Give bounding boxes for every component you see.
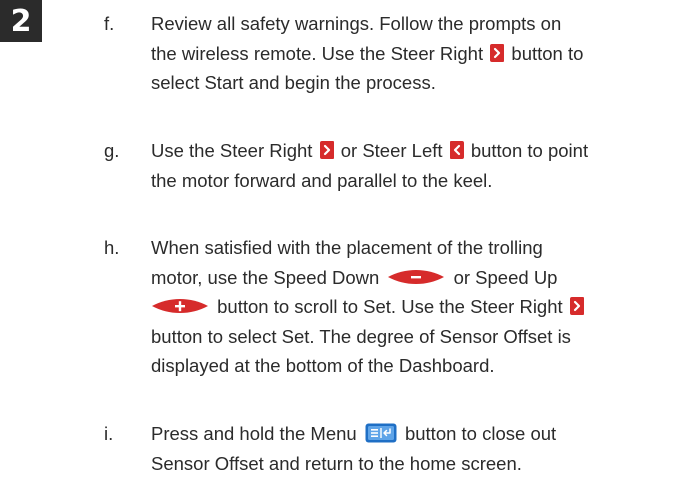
steer-left-icon [449,141,464,159]
item-text: Review all safety warnings. Follow the p… [151,13,584,93]
item-text: When satisfied with the placement of the… [151,233,691,381]
steer-right-icon [319,141,334,159]
speed-up-icon [152,299,208,313]
item-letter: f. [104,13,115,34]
menu-icon [365,423,397,443]
speed-down-icon [388,269,445,284]
item-text: Use the Steer Right or Steer Left button… [151,140,589,191]
steer-right-icon [490,43,505,62]
item-letter: h. [104,237,120,258]
item-letter: g. [104,140,120,161]
item-letter: i. [104,423,114,444]
steer-right-icon [569,297,584,315]
step-number-badge: 2 [0,0,42,42]
item-text: Press and hold the Menu button to close … [151,423,557,474]
